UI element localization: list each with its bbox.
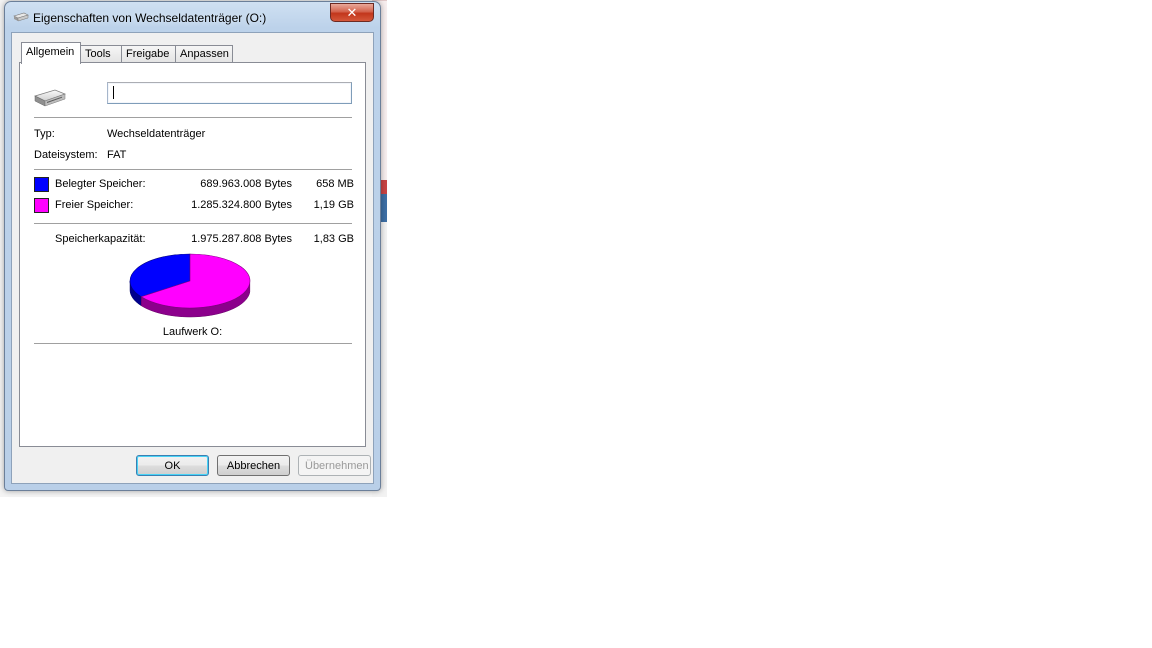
separator	[34, 169, 352, 171]
filesystem-label: Dateisystem:	[34, 149, 98, 161]
capacity-size: 1,83 GB	[313, 233, 354, 245]
used-space-bytes: 689.963.008 Bytes	[200, 178, 292, 190]
drive-name-input[interactable]	[107, 82, 352, 104]
usb-drive-icon	[34, 89, 66, 107]
free-space-swatch	[34, 198, 49, 213]
cancel-button[interactable]: Abbrechen	[217, 455, 290, 476]
text-caret	[113, 86, 114, 99]
apply-button[interactable]: Übernehmen	[298, 455, 371, 476]
dialog-body: Allgemein Tools Freigabe Anpassen Typ: W…	[11, 32, 374, 484]
tab-tools[interactable]: Tools	[80, 45, 122, 63]
drive-caption: Laufwerk O:	[162, 326, 223, 338]
title-bar[interactable]: Eigenschaften von Wechseldatenträger (O:…	[5, 2, 380, 32]
used-space-size: 658 MB	[316, 178, 354, 190]
separator	[34, 117, 352, 119]
separator	[34, 223, 352, 225]
tab-panel-allgemein: Typ: Wechseldatenträger Dateisystem: FAT…	[19, 62, 366, 447]
tab-freigabe[interactable]: Freigabe	[121, 45, 176, 63]
tab-allgemein[interactable]: Allgemein	[21, 42, 81, 64]
close-button[interactable]: ✕	[330, 3, 374, 22]
filesystem-value: FAT	[107, 149, 127, 161]
separator	[34, 343, 352, 345]
free-space-bytes: 1.285.324.800 Bytes	[191, 199, 292, 211]
close-icon: ✕	[346, 5, 358, 20]
drive-icon	[13, 12, 29, 22]
free-space-label: Freier Speicher:	[55, 199, 134, 211]
window-title: Eigenschaften von Wechseldatenträger (O:…	[33, 11, 267, 25]
type-label: Typ:	[34, 128, 55, 140]
capacity-label: Speicherkapazität:	[55, 233, 146, 245]
properties-dialog: Eigenschaften von Wechseldatenträger (O:…	[4, 1, 381, 491]
used-space-label: Belegter Speicher:	[55, 178, 146, 190]
disk-usage-pie-chart	[129, 253, 251, 318]
ok-button[interactable]: OK	[136, 455, 209, 476]
tab-anpassen[interactable]: Anpassen	[175, 45, 233, 63]
capacity-bytes: 1.975.287.808 Bytes	[191, 233, 292, 245]
type-value: Wechseldatenträger	[107, 128, 206, 140]
used-space-swatch	[34, 177, 49, 192]
free-space-size: 1,19 GB	[313, 199, 354, 211]
